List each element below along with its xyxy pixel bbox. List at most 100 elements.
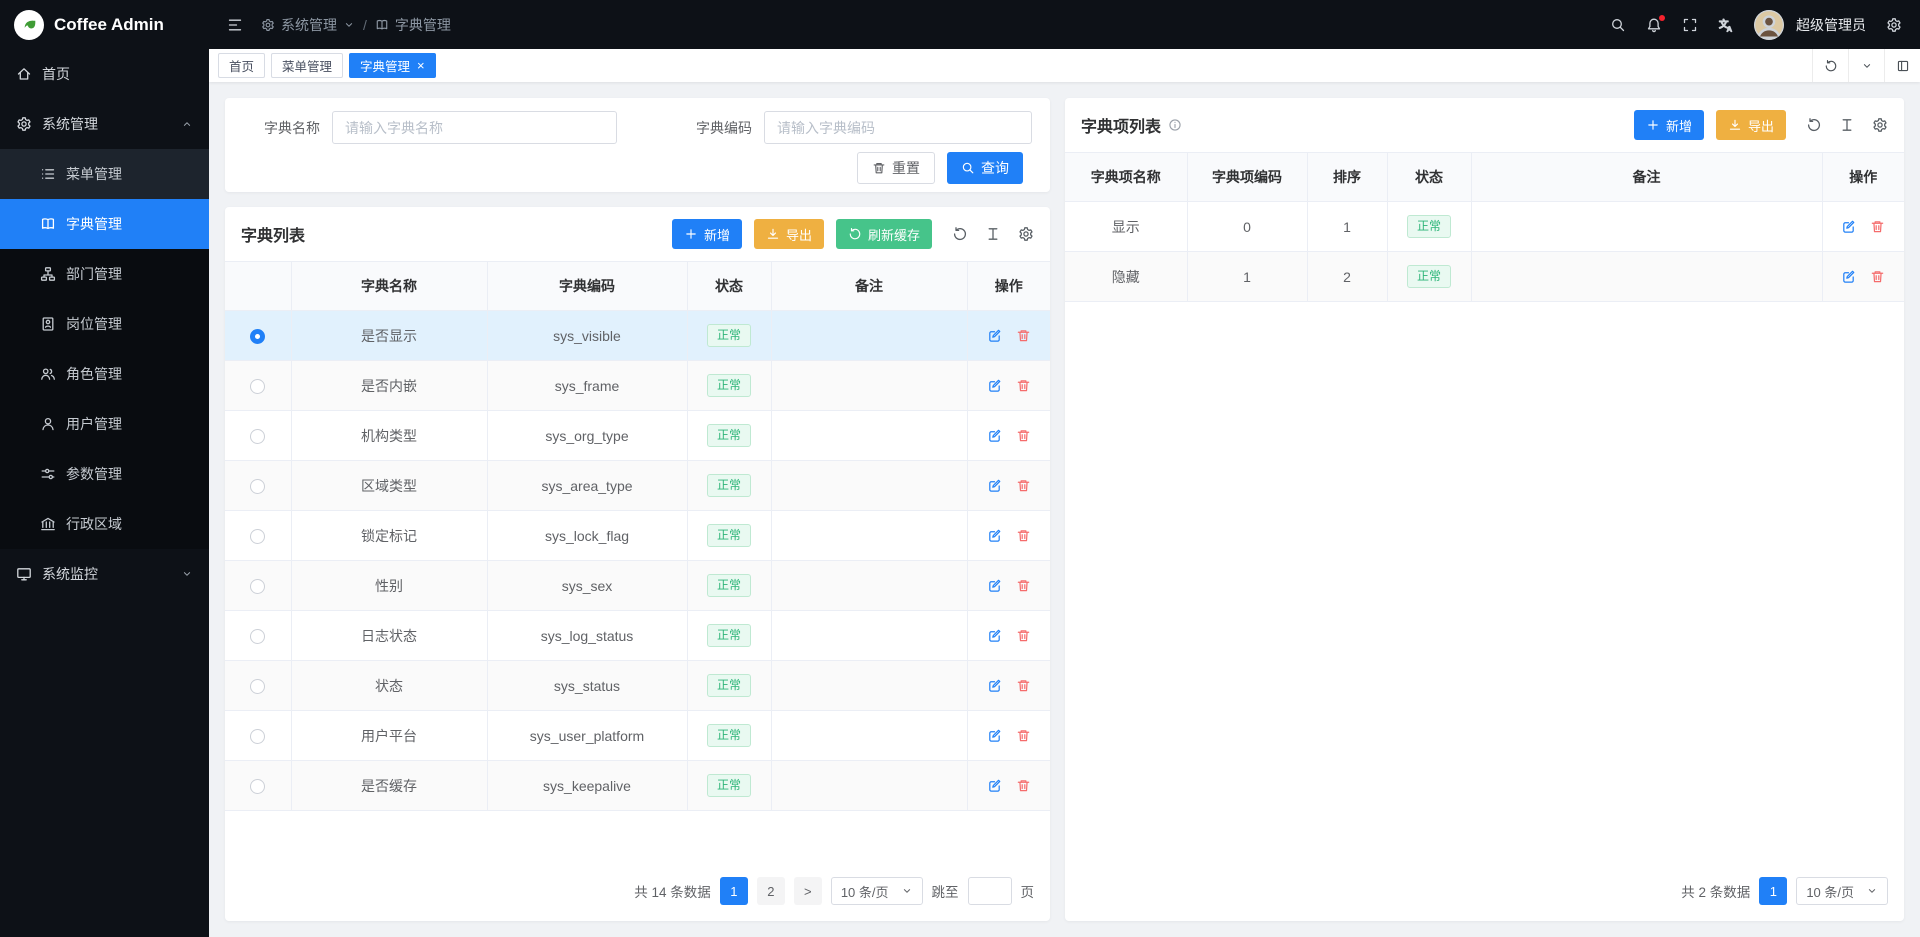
delete-icon[interactable] xyxy=(1016,428,1031,443)
translate-icon[interactable]: 文A xyxy=(1718,17,1734,33)
info-icon[interactable] xyxy=(1168,118,1182,132)
sidebar-item-home[interactable]: 首页 xyxy=(0,49,209,99)
tab-dict-mgmt[interactable]: 字典管理 × xyxy=(349,53,436,78)
tab-menu-mgmt[interactable]: 菜单管理 xyxy=(271,53,343,78)
sidebar-item-region[interactable]: 行政区域 xyxy=(0,499,209,549)
jump-page-input[interactable] xyxy=(968,877,1012,905)
row-radio[interactable] xyxy=(250,579,265,594)
table-row[interactable]: 锁定标记 sys_lock_flag 正常 xyxy=(225,511,1050,561)
row-radio[interactable] xyxy=(250,379,265,394)
next-page-button[interactable]: > xyxy=(794,877,822,905)
edit-icon[interactable] xyxy=(987,678,1002,693)
tab-home[interactable]: 首页 xyxy=(218,53,265,78)
table-row[interactable]: 用户平台 sys_user_platform 正常 xyxy=(225,711,1050,761)
row-radio[interactable] xyxy=(250,429,265,444)
sidebar-item-dict-mgmt[interactable]: 字典管理 xyxy=(0,199,209,249)
table-row[interactable]: 隐藏 1 2 正常 xyxy=(1065,252,1904,302)
sidebar-item-role-mgmt[interactable]: 角色管理 xyxy=(0,349,209,399)
table-row[interactable]: 是否显示 sys_visible 正常 xyxy=(225,311,1050,361)
edit-icon[interactable] xyxy=(987,728,1002,743)
edit-icon[interactable] xyxy=(987,428,1002,443)
page-button-1[interactable]: 1 xyxy=(1759,877,1787,905)
breadcrumb-dict-mgmt[interactable]: 字典管理 xyxy=(375,15,451,35)
refresh-icon[interactable] xyxy=(952,226,968,242)
delete-icon[interactable] xyxy=(1016,328,1031,343)
breadcrumb-system-mgmt[interactable]: 系统管理 xyxy=(261,15,355,35)
avatar[interactable] xyxy=(1754,10,1784,40)
status-badge: 正常 xyxy=(707,324,751,348)
search-icon[interactable] xyxy=(1610,17,1626,33)
table-row[interactable]: 是否缓存 sys_keepalive 正常 xyxy=(225,761,1050,811)
current-user-name[interactable]: 超级管理员 xyxy=(1796,15,1866,35)
collapse-sidebar-icon[interactable] xyxy=(227,17,243,33)
dict-name-input[interactable] xyxy=(332,111,617,144)
sidebar-item-user-mgmt[interactable]: 用户管理 xyxy=(0,399,209,449)
delete-icon[interactable] xyxy=(1016,628,1031,643)
page-size-select[interactable]: 10 条/页 xyxy=(831,877,923,905)
sidebar-item-dept-mgmt[interactable]: 部门管理 xyxy=(0,249,209,299)
table-row[interactable]: 区域类型 sys_area_type 正常 xyxy=(225,461,1050,511)
table-row[interactable]: 是否内嵌 sys_frame 正常 xyxy=(225,361,1050,411)
table-row[interactable]: 机构类型 sys_org_type 正常 xyxy=(225,411,1050,461)
settings-gear-icon[interactable] xyxy=(1886,17,1902,33)
edit-icon[interactable] xyxy=(987,528,1002,543)
delete-icon[interactable] xyxy=(1870,219,1885,234)
add-button[interactable]: 新增 xyxy=(672,219,742,249)
fullscreen-icon[interactable] xyxy=(1682,17,1698,33)
page-button-1[interactable]: 1 xyxy=(720,877,748,905)
table-row[interactable]: 显示 0 1 正常 xyxy=(1065,202,1904,252)
delete-icon[interactable] xyxy=(1016,478,1031,493)
sidebar-item-menu-mgmt[interactable]: 菜单管理 xyxy=(0,149,209,199)
edit-icon[interactable] xyxy=(1841,219,1856,234)
column-setting-icon[interactable] xyxy=(1839,117,1855,133)
delete-icon[interactable] xyxy=(1016,728,1031,743)
delete-icon[interactable] xyxy=(1870,269,1885,284)
sidebar-item-label: 部门管理 xyxy=(66,264,122,284)
table-row[interactable]: 状态 sys_status 正常 xyxy=(225,661,1050,711)
refresh-cache-button[interactable]: 刷新缓存 xyxy=(836,219,932,249)
gear-icon[interactable] xyxy=(1018,226,1034,242)
row-radio[interactable] xyxy=(250,529,265,544)
row-radio[interactable] xyxy=(250,479,265,494)
sidebar-item-param-mgmt[interactable]: 参数管理 xyxy=(0,449,209,499)
export-button[interactable]: 导出 xyxy=(754,219,824,249)
dict-code-input[interactable] xyxy=(764,111,1032,144)
edit-icon[interactable] xyxy=(987,628,1002,643)
edit-icon[interactable] xyxy=(987,328,1002,343)
delete-icon[interactable] xyxy=(1016,378,1031,393)
add-button[interactable]: 新增 xyxy=(1634,110,1704,140)
app-logo[interactable]: Coffee Admin xyxy=(0,0,209,49)
table-row[interactable]: 性别 sys_sex 正常 xyxy=(225,561,1050,611)
refresh-icon[interactable] xyxy=(1812,49,1848,82)
gear-icon[interactable] xyxy=(1872,117,1888,133)
edit-icon[interactable] xyxy=(1841,269,1856,284)
chevron-down-icon[interactable] xyxy=(1848,49,1884,82)
page-button-2[interactable]: 2 xyxy=(757,877,785,905)
query-button[interactable]: 查询 xyxy=(947,152,1023,184)
row-radio[interactable] xyxy=(250,629,265,644)
edit-icon[interactable] xyxy=(987,778,1002,793)
row-radio[interactable] xyxy=(250,729,265,744)
row-radio[interactable] xyxy=(250,329,265,344)
sidebar-item-system-monitor[interactable]: 系统监控 xyxy=(0,549,209,599)
edit-icon[interactable] xyxy=(987,578,1002,593)
refresh-icon[interactable] xyxy=(1806,117,1822,133)
delete-icon[interactable] xyxy=(1016,778,1031,793)
reset-button[interactable]: 重置 xyxy=(857,152,935,184)
table-row[interactable]: 日志状态 sys_log_status 正常 xyxy=(225,611,1050,661)
close-icon[interactable]: × xyxy=(417,59,425,72)
export-button[interactable]: 导出 xyxy=(1716,110,1786,140)
sidebar-item-system-mgmt[interactable]: 系统管理 xyxy=(0,99,209,149)
delete-icon[interactable] xyxy=(1016,578,1031,593)
row-radio[interactable] xyxy=(250,779,265,794)
edit-icon[interactable] xyxy=(987,378,1002,393)
layout-toggle-icon[interactable] xyxy=(1884,49,1920,82)
notification-bell-icon[interactable] xyxy=(1646,17,1662,33)
column-setting-icon[interactable] xyxy=(985,226,1001,242)
page-size-select[interactable]: 10 条/页 xyxy=(1796,877,1888,905)
edit-icon[interactable] xyxy=(987,478,1002,493)
delete-icon[interactable] xyxy=(1016,528,1031,543)
delete-icon[interactable] xyxy=(1016,678,1031,693)
row-radio[interactable] xyxy=(250,679,265,694)
sidebar-item-post-mgmt[interactable]: 岗位管理 xyxy=(0,299,209,349)
